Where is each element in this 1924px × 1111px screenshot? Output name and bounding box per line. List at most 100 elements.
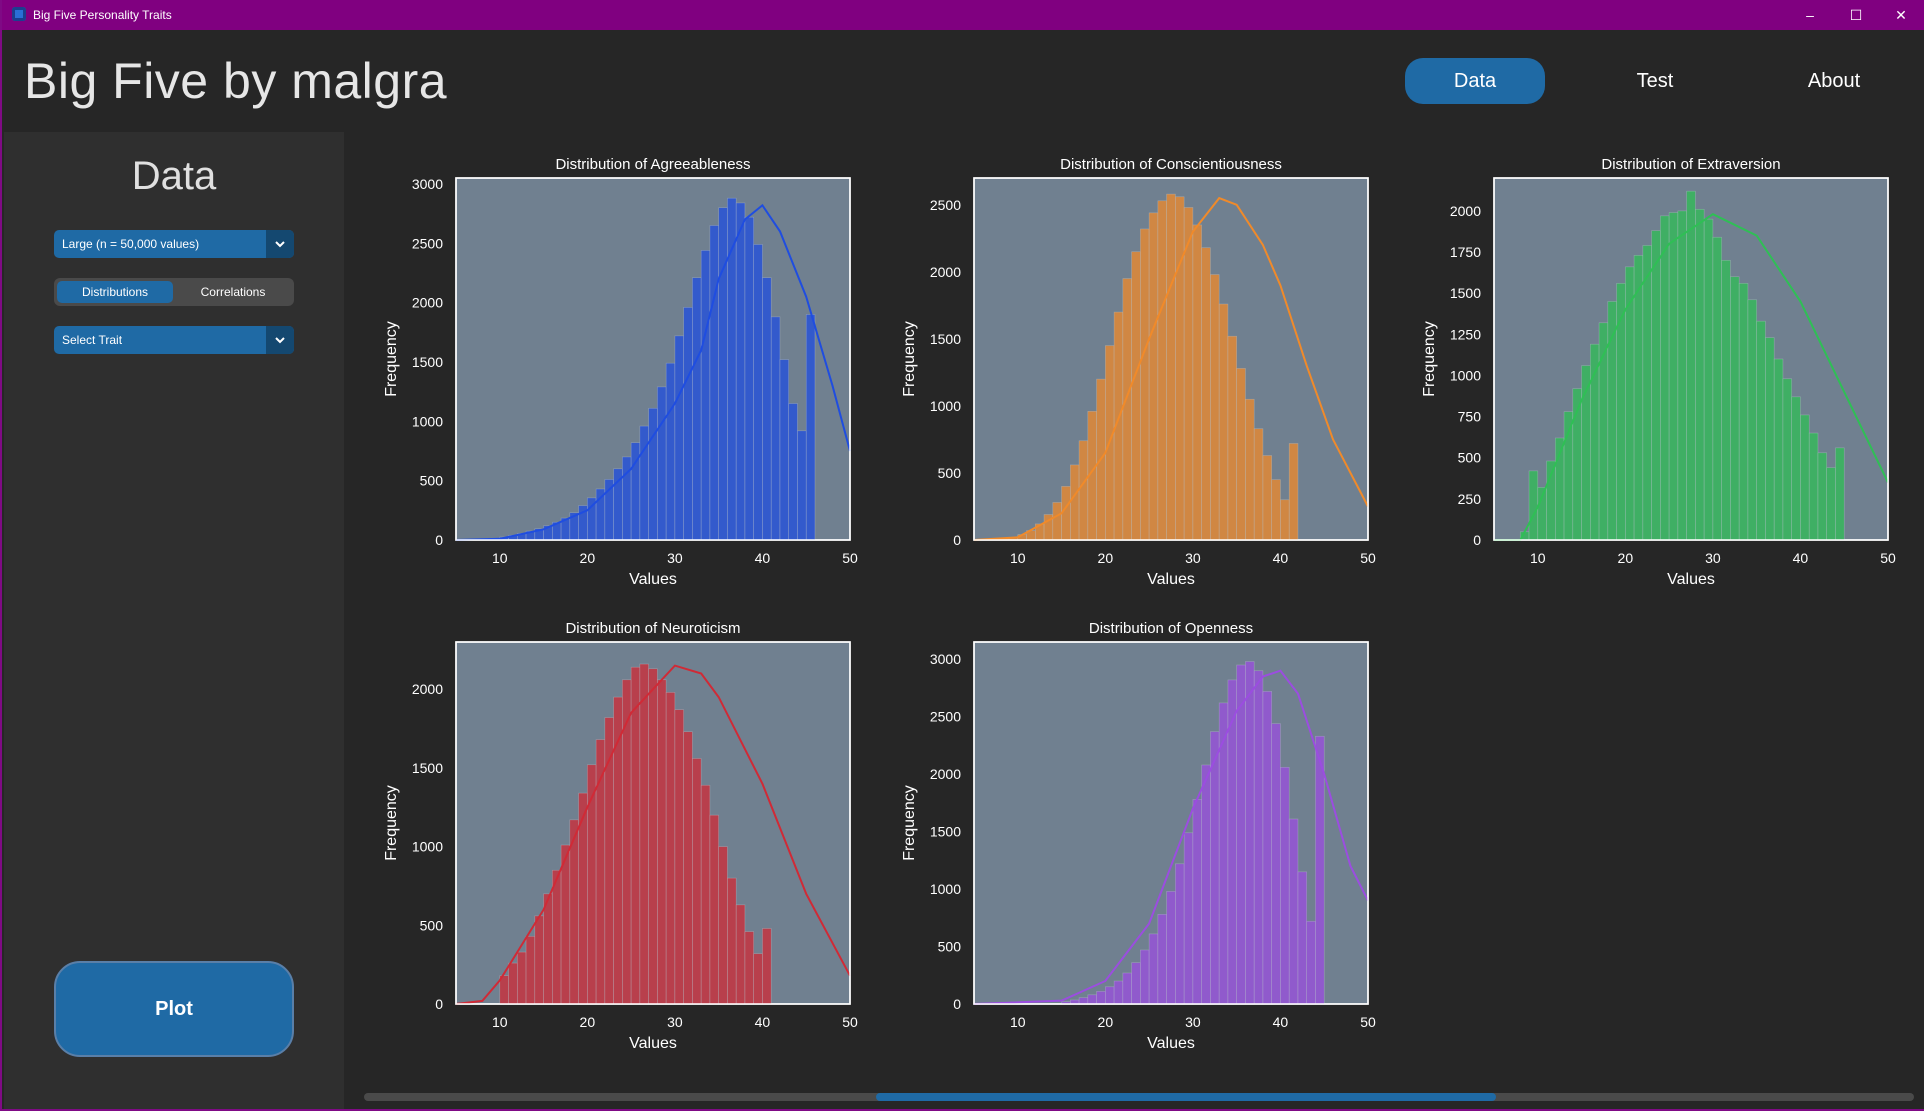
distribution-of-agreeableness-chart: Distribution of Agreeableness10 20 30 40 500… <box>383 156 858 588</box>
histogram-bar <box>1070 464 1080 541</box>
y-tick-label: 500 <box>938 939 962 955</box>
histogram-bar <box>657 386 667 541</box>
y-tick-label: 750 <box>1458 409 1482 425</box>
histogram-bar <box>1148 212 1159 541</box>
y-tick-label: 1000 <box>930 398 961 414</box>
histogram-bar <box>1245 398 1255 541</box>
histogram-bar <box>1642 245 1652 541</box>
histogram-bar <box>1782 378 1792 541</box>
histogram-bar <box>1826 467 1836 541</box>
x-tick-label: 10 <box>1010 550 1026 566</box>
histogram-bar <box>1078 997 1089 1005</box>
histogram-bar <box>1201 764 1211 1005</box>
y-tick-label: 2500 <box>930 709 961 725</box>
app-window: Big Five Personality Traits – ☐ ✕ Big Fi… <box>0 0 1924 1111</box>
y-tick-label: 2500 <box>412 235 443 251</box>
chevron-down-icon[interactable] <box>266 326 294 354</box>
y-tick-label: 2000 <box>1450 203 1481 219</box>
histogram-bar <box>1616 283 1626 541</box>
histogram-bar <box>516 951 527 1005</box>
histogram-bar <box>1087 994 1097 1005</box>
histogram-bar <box>1721 259 1731 541</box>
histogram-bar <box>1175 196 1185 541</box>
y-tick-label: 1000 <box>412 413 443 429</box>
correlations-option[interactable]: Correlations <box>175 281 291 303</box>
y-tick-label: 250 <box>1458 491 1482 507</box>
scrollbar-thumb[interactable] <box>875 1093 1496 1101</box>
histogram-bar <box>639 663 649 1005</box>
dataset-select[interactable]: Large (n = 50,000 values) <box>54 230 294 258</box>
close-button[interactable]: ✕ <box>1878 0 1924 30</box>
histogram-bar <box>1175 863 1185 1005</box>
maximize-button[interactable]: ☐ <box>1833 0 1879 30</box>
histogram-bar <box>753 244 763 541</box>
histogram-bar <box>1668 212 1679 541</box>
histogram-bar <box>674 335 684 541</box>
histogram-bar <box>665 692 676 1005</box>
histogram-bar <box>1122 972 1132 1005</box>
histogram-bar <box>1105 986 1115 1005</box>
histogram-bar <box>1765 337 1775 541</box>
histogram-bar <box>1253 428 1264 541</box>
x-axis-label: Values <box>629 1035 677 1052</box>
y-tick-label: 2000 <box>412 295 443 311</box>
histogram-bar <box>534 915 544 1005</box>
histogram-bar <box>1218 303 1229 541</box>
view-toggle: Distributions Correlations <box>54 278 294 306</box>
chart-title: Distribution of Openness <box>1089 620 1253 637</box>
x-tick-label: 30 <box>667 550 683 566</box>
histogram-bar <box>1738 283 1749 541</box>
nav-data-button[interactable]: Data <box>1405 58 1545 104</box>
x-axis-label: Values <box>1147 571 1195 588</box>
x-tick-label: 20 <box>580 1014 596 1030</box>
y-tick-label: 1000 <box>412 839 443 855</box>
histogram-bar <box>718 207 728 541</box>
histogram-bar <box>727 877 737 1005</box>
chart-title: Distribution of Neuroticism <box>565 620 740 637</box>
y-tick-label: 1250 <box>1450 326 1481 342</box>
nav-test-button[interactable]: Test <box>1585 58 1725 104</box>
histogram-bar <box>674 709 684 1005</box>
chevron-down-icon[interactable] <box>266 230 294 258</box>
y-axis-label: Frequency <box>383 321 400 397</box>
x-tick-label: 30 <box>1185 1014 1201 1030</box>
histogram-bar <box>1078 440 1089 541</box>
x-tick-label: 40 <box>1273 550 1289 566</box>
x-tick-label: 30 <box>1705 550 1721 566</box>
histogram-bar <box>1183 207 1194 541</box>
title-bar[interactable]: Big Five Personality Traits – ☐ ✕ <box>2 0 1924 30</box>
histogram-bar <box>1773 358 1784 541</box>
histogram-bar <box>744 931 754 1005</box>
distribution-of-neuroticism-chart: Distribution of Neuroticism10 20 30 40 50050… <box>383 620 858 1052</box>
histogram-bar <box>560 844 571 1005</box>
histogram-bar <box>1253 670 1264 1005</box>
app-icon <box>12 7 26 21</box>
horizontal-scrollbar[interactable] <box>364 1093 1914 1101</box>
minimize-button[interactable]: – <box>1787 0 1833 30</box>
dataset-select-value: Large (n = 50,000 values) <box>62 237 200 251</box>
histogram-bar <box>718 846 728 1005</box>
x-tick-label: 40 <box>1793 550 1809 566</box>
histogram-bar <box>1157 914 1167 1005</box>
distributions-option[interactable]: Distributions <box>57 281 173 303</box>
histogram-bar <box>797 430 807 541</box>
chart-title: Distribution of Extraversion <box>1601 156 1780 173</box>
nav-about-button[interactable]: About <box>1764 58 1904 104</box>
x-axis-label: Values <box>1667 571 1715 588</box>
trait-select[interactable]: Select Trait <box>54 326 294 354</box>
histogram-bar <box>552 869 562 1005</box>
x-axis-label: Values <box>1147 1035 1195 1052</box>
y-axis-label: Frequency <box>383 785 400 861</box>
histogram-bar <box>1297 871 1308 1005</box>
plot-button[interactable]: Plot <box>54 961 294 1057</box>
histogram-bar <box>525 936 536 1005</box>
histogram-bar <box>1157 200 1167 541</box>
x-tick-label: 30 <box>667 1014 683 1030</box>
histogram-bar <box>1271 479 1281 541</box>
histogram-bar <box>630 666 641 1005</box>
y-tick-label: 1500 <box>1450 285 1481 301</box>
y-tick-label: 500 <box>420 917 444 933</box>
histogram-bar <box>779 359 790 541</box>
sidebar-heading: Data <box>131 154 217 198</box>
y-tick-label: 1500 <box>412 354 443 370</box>
